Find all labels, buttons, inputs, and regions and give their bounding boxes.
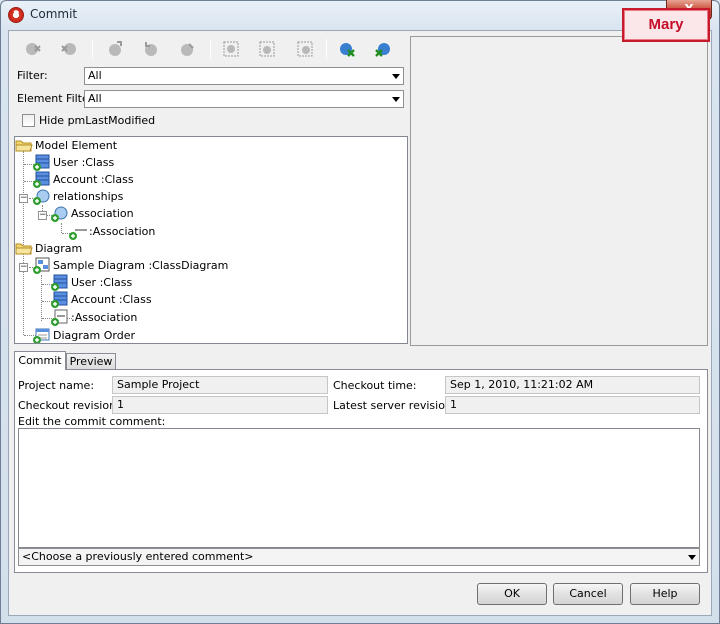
collapse-toggle-icon[interactable]: − xyxy=(19,194,28,203)
connector-added-icon xyxy=(51,309,69,326)
check-all-icon[interactable] xyxy=(336,38,358,60)
checkout-revision-label: Checkout revision: xyxy=(18,399,120,412)
element-filter-dropdown[interactable]: All xyxy=(84,90,404,108)
association-added-icon xyxy=(69,223,87,240)
chevron-down-icon xyxy=(688,555,696,560)
app-logo-icon xyxy=(8,7,24,23)
class-added-icon xyxy=(51,274,69,291)
previous-comment-value: <Choose a previously entered comment> xyxy=(22,550,254,563)
select-node-icon[interactable] xyxy=(256,38,278,60)
filter-label: Filter: xyxy=(17,69,48,82)
diagram-order-icon xyxy=(33,327,51,343)
project-name-field: Sample Project xyxy=(112,376,328,394)
checkout-time-label: Checkout time: xyxy=(333,379,417,392)
class-added-icon xyxy=(33,154,51,171)
filter-dropdown[interactable]: All xyxy=(84,67,404,85)
latest-revision-field: 1 xyxy=(445,396,700,414)
element-filter-value: All xyxy=(88,92,102,105)
filter-value: All xyxy=(88,69,102,82)
user-badge: Mary xyxy=(622,8,710,42)
collapse-toggle-icon[interactable]: − xyxy=(38,211,47,220)
select-node-icon[interactable] xyxy=(294,38,316,60)
previous-comment-dropdown[interactable]: <Choose a previously entered comment> xyxy=(18,548,700,566)
hide-modified-label: Hide pmLastModified xyxy=(39,114,156,127)
add-node-icon[interactable] xyxy=(104,38,126,60)
commit-comment-textarea[interactable] xyxy=(18,428,700,548)
tab-preview[interactable]: Preview xyxy=(66,353,116,369)
checkout-revision-field: 1 xyxy=(112,396,328,414)
title-bar[interactable] xyxy=(0,0,718,30)
class-diagram-icon xyxy=(33,257,51,274)
help-button[interactable]: Help xyxy=(630,583,700,605)
delete-node-icon[interactable] xyxy=(58,38,80,60)
chevron-down-icon xyxy=(392,74,400,79)
relationships-icon xyxy=(33,188,51,205)
chevron-down-icon xyxy=(392,97,400,102)
select-node-icon[interactable] xyxy=(220,38,242,60)
toolbar xyxy=(14,38,408,62)
project-name-label: Project name: xyxy=(18,379,95,392)
move-node-icon[interactable] xyxy=(176,38,198,60)
latest-revision-label: Latest server revision: xyxy=(333,399,456,412)
checkout-time-field: Sep 1, 2010, 11:21:02 AM xyxy=(445,376,700,394)
association-icon xyxy=(51,205,69,222)
folder-icon xyxy=(15,240,33,257)
folder-icon xyxy=(15,137,33,154)
ok-button[interactable]: OK xyxy=(477,583,547,605)
uncheck-all-icon[interactable] xyxy=(372,38,394,60)
hide-modified-checkbox[interactable] xyxy=(22,114,35,127)
tab-commit[interactable]: Commit xyxy=(14,351,66,370)
class-added-icon xyxy=(33,171,51,188)
preview-panel xyxy=(410,36,708,346)
edit-node-icon[interactable] xyxy=(140,38,162,60)
comment-label: Edit the commit comment: xyxy=(18,415,166,428)
cancel-button[interactable]: Cancel xyxy=(553,583,623,605)
class-added-icon xyxy=(51,291,69,308)
collapse-toggle-icon[interactable]: − xyxy=(19,263,28,272)
window-title: Commit xyxy=(30,7,78,21)
change-tree: − − − Model Element User :Class Account … xyxy=(14,136,408,344)
delete-node-icon[interactable] xyxy=(22,38,44,60)
